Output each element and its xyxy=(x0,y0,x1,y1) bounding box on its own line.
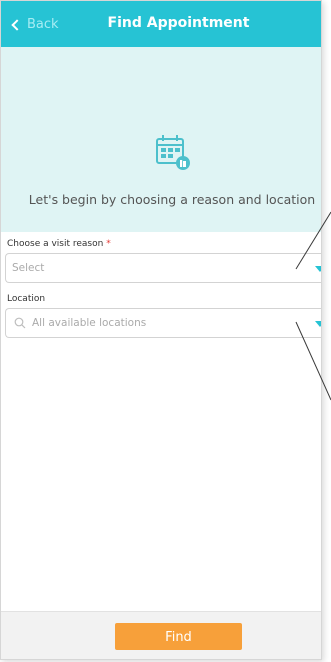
visit-reason-label: Choose a visit reason * xyxy=(7,239,111,249)
hero-message: Let's begin by choosing a reason and loc… xyxy=(28,192,316,207)
chevron-down-icon xyxy=(315,321,321,327)
app-screen: Back Find Appointment Let's begin by cho… xyxy=(0,0,322,660)
visit-reason-placeholder: Select xyxy=(12,262,45,274)
chevron-down-icon xyxy=(315,266,321,272)
visit-reason-select[interactable]: Select xyxy=(5,253,321,283)
calendar-icon xyxy=(156,135,190,170)
location-label: Location xyxy=(7,294,46,304)
hero-banner: Let's begin by choosing a reason and loc… xyxy=(1,47,321,232)
search-icon xyxy=(14,317,26,329)
footer-bar: Find xyxy=(1,611,321,659)
visit-reason-label-text: Choose a visit reason xyxy=(7,239,104,249)
find-button[interactable]: Find xyxy=(115,623,242,650)
required-marker: * xyxy=(106,239,111,249)
page-title: Find Appointment xyxy=(107,15,250,31)
location-select[interactable]: All available locations xyxy=(5,308,321,338)
location-placeholder: All available locations xyxy=(32,317,147,329)
nav-header: Back Find Appointment xyxy=(1,1,321,47)
